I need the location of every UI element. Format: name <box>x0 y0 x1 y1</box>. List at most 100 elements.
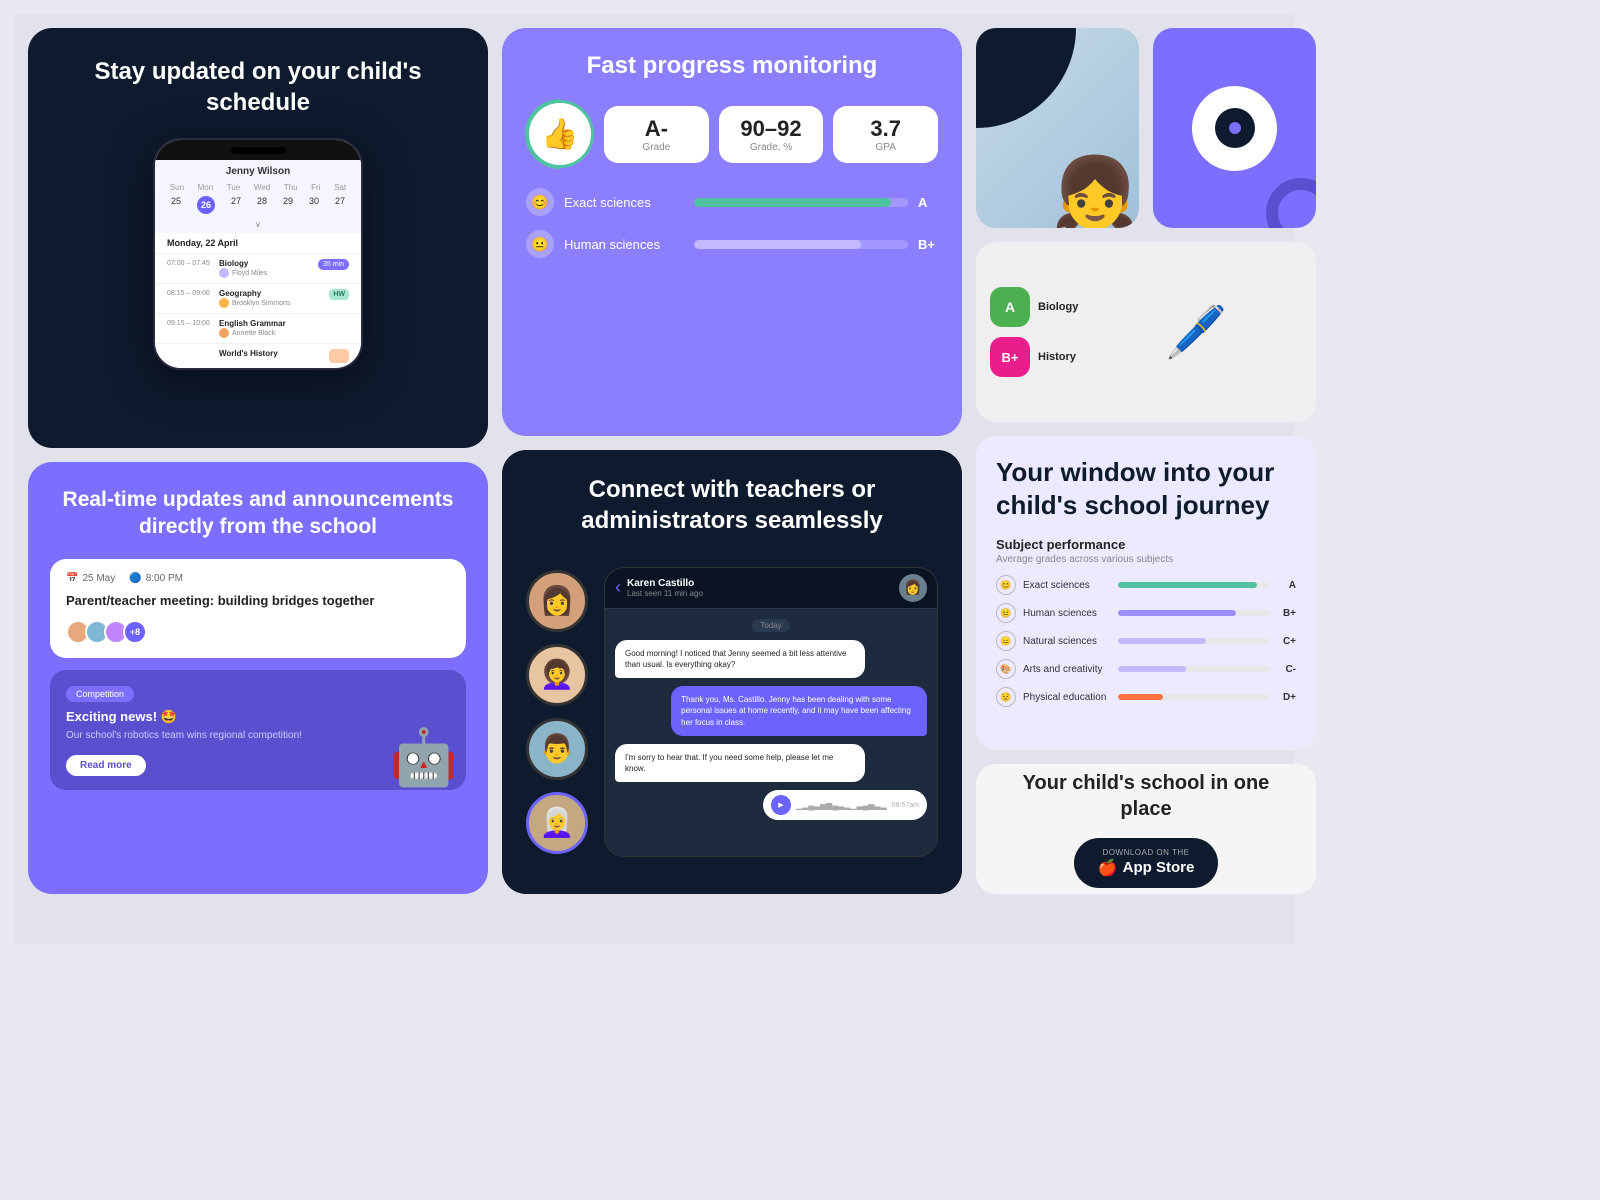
arts-perf-bar-fill <box>1118 666 1186 672</box>
phone-calendar-dates: 25 26 2728293027 <box>155 194 361 220</box>
connect-title: Connect with teachers or administrators … <box>526 474 938 536</box>
chat-contact-avatar: 👩 <box>899 574 927 602</box>
exact-perf-label: Exact sciences <box>1023 580 1111 591</box>
natural-perf-grade: C+ <box>1276 636 1296 647</box>
exact-sciences-bar-fill <box>694 198 891 207</box>
grade-items: A Biology B+ History <box>990 287 1078 377</box>
range-label: Grade, % <box>727 142 816 153</box>
apple-icon: 🍎 <box>1098 858 1118 878</box>
corner-arc <box>976 28 1076 128</box>
human-perf-bar-track <box>1118 610 1269 616</box>
ann-date: 📅 25 May <box>66 573 115 584</box>
human-perf-icon: 😐 <box>996 603 1016 623</box>
pe-perf-grade: D+ <box>1276 692 1296 703</box>
clock-icon: 🔵 <box>129 573 141 584</box>
ann-count: +8 <box>123 620 147 644</box>
perf-title: Subject performance <box>996 537 1296 552</box>
connect-content: 👩 👩‍🦱 👨 👩‍🦳 ‹ <box>526 554 938 869</box>
teacher-avatar-1: 👩 <box>526 570 588 632</box>
perf-row-human: 😐 Human sciences B+ <box>996 603 1296 623</box>
phone-class-2: 08:15 – 09:00 Geography Brooklyn Simmons… <box>155 284 361 314</box>
exact-perf-grade: A <box>1276 580 1296 591</box>
appstore-name: 🍎 App Store <box>1098 858 1195 878</box>
chat-message-1: Good morning! I noticed that Jenny seeme… <box>615 640 865 678</box>
range-value: 90–92 <box>727 116 816 142</box>
phone-date-header: Monday, 22 April <box>155 233 361 254</box>
progress-avatar: 👍 <box>526 100 594 168</box>
human-perf-label: Human sciences <box>1023 608 1111 619</box>
range-stat-box: 90–92 Grade, % <box>719 106 824 163</box>
subject-performance-section: Subject performance Average grades acros… <box>996 537 1296 707</box>
child-photo: 👧 <box>1052 158 1139 228</box>
chat-messages: Today Good morning! I noticed that Jenny… <box>605 609 937 856</box>
phone-calendar-days: SunMonTueWedThuFriSat <box>155 181 361 194</box>
oneplace-title: Your child's school in one place <box>996 770 1296 822</box>
appstore-button[interactable]: DOWNLOAD ON THE 🍎 App Store <box>1074 838 1219 888</box>
phone-class-1: 07:00 – 07:45 Biology Floyd Miles 35 min <box>155 254 361 284</box>
exact-perf-bar-fill <box>1118 582 1257 588</box>
teacher-list: 👩 👩‍🦱 👨 👩‍🦳 <box>526 570 588 854</box>
biology-grade-badge: A <box>990 287 1030 327</box>
updates-card: Real-time updates and announcements dire… <box>28 462 488 894</box>
exact-sciences-icon: 😊 <box>526 188 554 216</box>
ann-avatars: +8 <box>66 620 450 644</box>
exact-sciences-grade: A <box>918 195 938 210</box>
pe-perf-bar-track <box>1118 694 1269 700</box>
chat-back-icon[interactable]: ‹ <box>615 577 621 598</box>
voice-play-button[interactable]: ▶ <box>771 795 791 815</box>
phone-user-header: Jenny Wilson <box>155 160 361 181</box>
top-row-cards: 👧 <box>976 28 1316 228</box>
grade-item-biology: A Biology <box>990 287 1078 327</box>
grade-stat-box: A- Grade <box>604 106 709 163</box>
teacher-avatar-3: 👨 <box>526 718 588 780</box>
human-perf-grade: B+ <box>1276 608 1296 619</box>
ann-meta: 📅 25 May 🔵 8:00 PM <box>66 573 450 584</box>
chat-voice-message: ▶ ▁▂▄▃▅▆▄▃▂▁▃▄▅▃▂ 08:57am <box>763 790 927 820</box>
voice-duration: 08:57am <box>892 802 919 809</box>
eye-outer-circle <box>1192 86 1277 171</box>
ann-title: Parent/teacher meeting: building bridges… <box>66 592 450 610</box>
phone-notch <box>155 140 361 160</box>
progress-title: Fast progress monitoring <box>526 52 938 80</box>
natural-perf-bar-fill <box>1118 638 1206 644</box>
human-sciences-grade: B+ <box>918 237 938 252</box>
gpa-value: 3.7 <box>841 116 930 142</box>
eye-pupil-dot <box>1229 122 1241 134</box>
read-more-button[interactable]: Read more <box>66 755 146 776</box>
chat-contact-status: Last seen 11 min ago <box>627 589 893 598</box>
arts-perf-bar-track <box>1118 666 1269 672</box>
progress-stats: 👍 A- Grade 90–92 Grade, % 3.7 GPA <box>526 100 938 168</box>
arts-perf-label: Arts and creativity <box>1023 664 1111 675</box>
progress-card: Fast progress monitoring 👍 A- Grade 90–9… <box>502 28 962 436</box>
pe-perf-label: Physical education <box>1023 692 1111 703</box>
subject-bar-2: 😐 Human sciences B+ <box>526 230 938 258</box>
gpa-stat-box: 3.7 GPA <box>833 106 938 163</box>
history-label: History <box>1038 351 1076 363</box>
chat-contact-name: Karen Castillo <box>627 578 893 589</box>
arts-perf-grade: C- <box>1276 664 1296 675</box>
natural-perf-icon: 😑 <box>996 631 1016 651</box>
exact-sciences-label: Exact sciences <box>564 195 684 210</box>
human-sciences-label: Human sciences <box>564 237 684 252</box>
exact-sciences-bar-track <box>694 198 908 207</box>
pe-perf-icon: 😟 <box>996 687 1016 707</box>
phone-class-4: World's History <box>155 344 361 368</box>
grade-item-history: B+ History <box>990 337 1078 377</box>
human-sciences-bar-fill <box>694 240 861 249</box>
appstore-sublabel: DOWNLOAD ON THE <box>1103 848 1190 857</box>
perf-row-arts: 🎨 Arts and creativity C- <box>996 659 1296 679</box>
arts-perf-icon: 🎨 <box>996 659 1016 679</box>
robot-icon: 🤖 <box>390 730 458 785</box>
human-perf-bar-fill <box>1118 610 1236 616</box>
window-title: Your window into your child's school jou… <box>996 456 1296 521</box>
chat-message-3: I'm sorry to hear that. If you need some… <box>615 744 865 782</box>
stationery-art: 🖊️ <box>1090 303 1302 362</box>
perf-row-exact: 😊 Exact sciences A <box>996 575 1296 595</box>
ann-time: 🔵 8:00 PM <box>129 573 183 584</box>
eye-arc-decoration <box>1266 178 1316 228</box>
human-sciences-icon: 😐 <box>526 230 554 258</box>
natural-perf-label: Natural sciences <box>1023 636 1111 647</box>
grade-label: Grade <box>612 142 701 153</box>
teacher-avatar-4: 👩‍🦳 <box>526 792 588 854</box>
chat-phone: ‹ Karen Castillo Last seen 11 min ago 👩 … <box>604 567 938 857</box>
